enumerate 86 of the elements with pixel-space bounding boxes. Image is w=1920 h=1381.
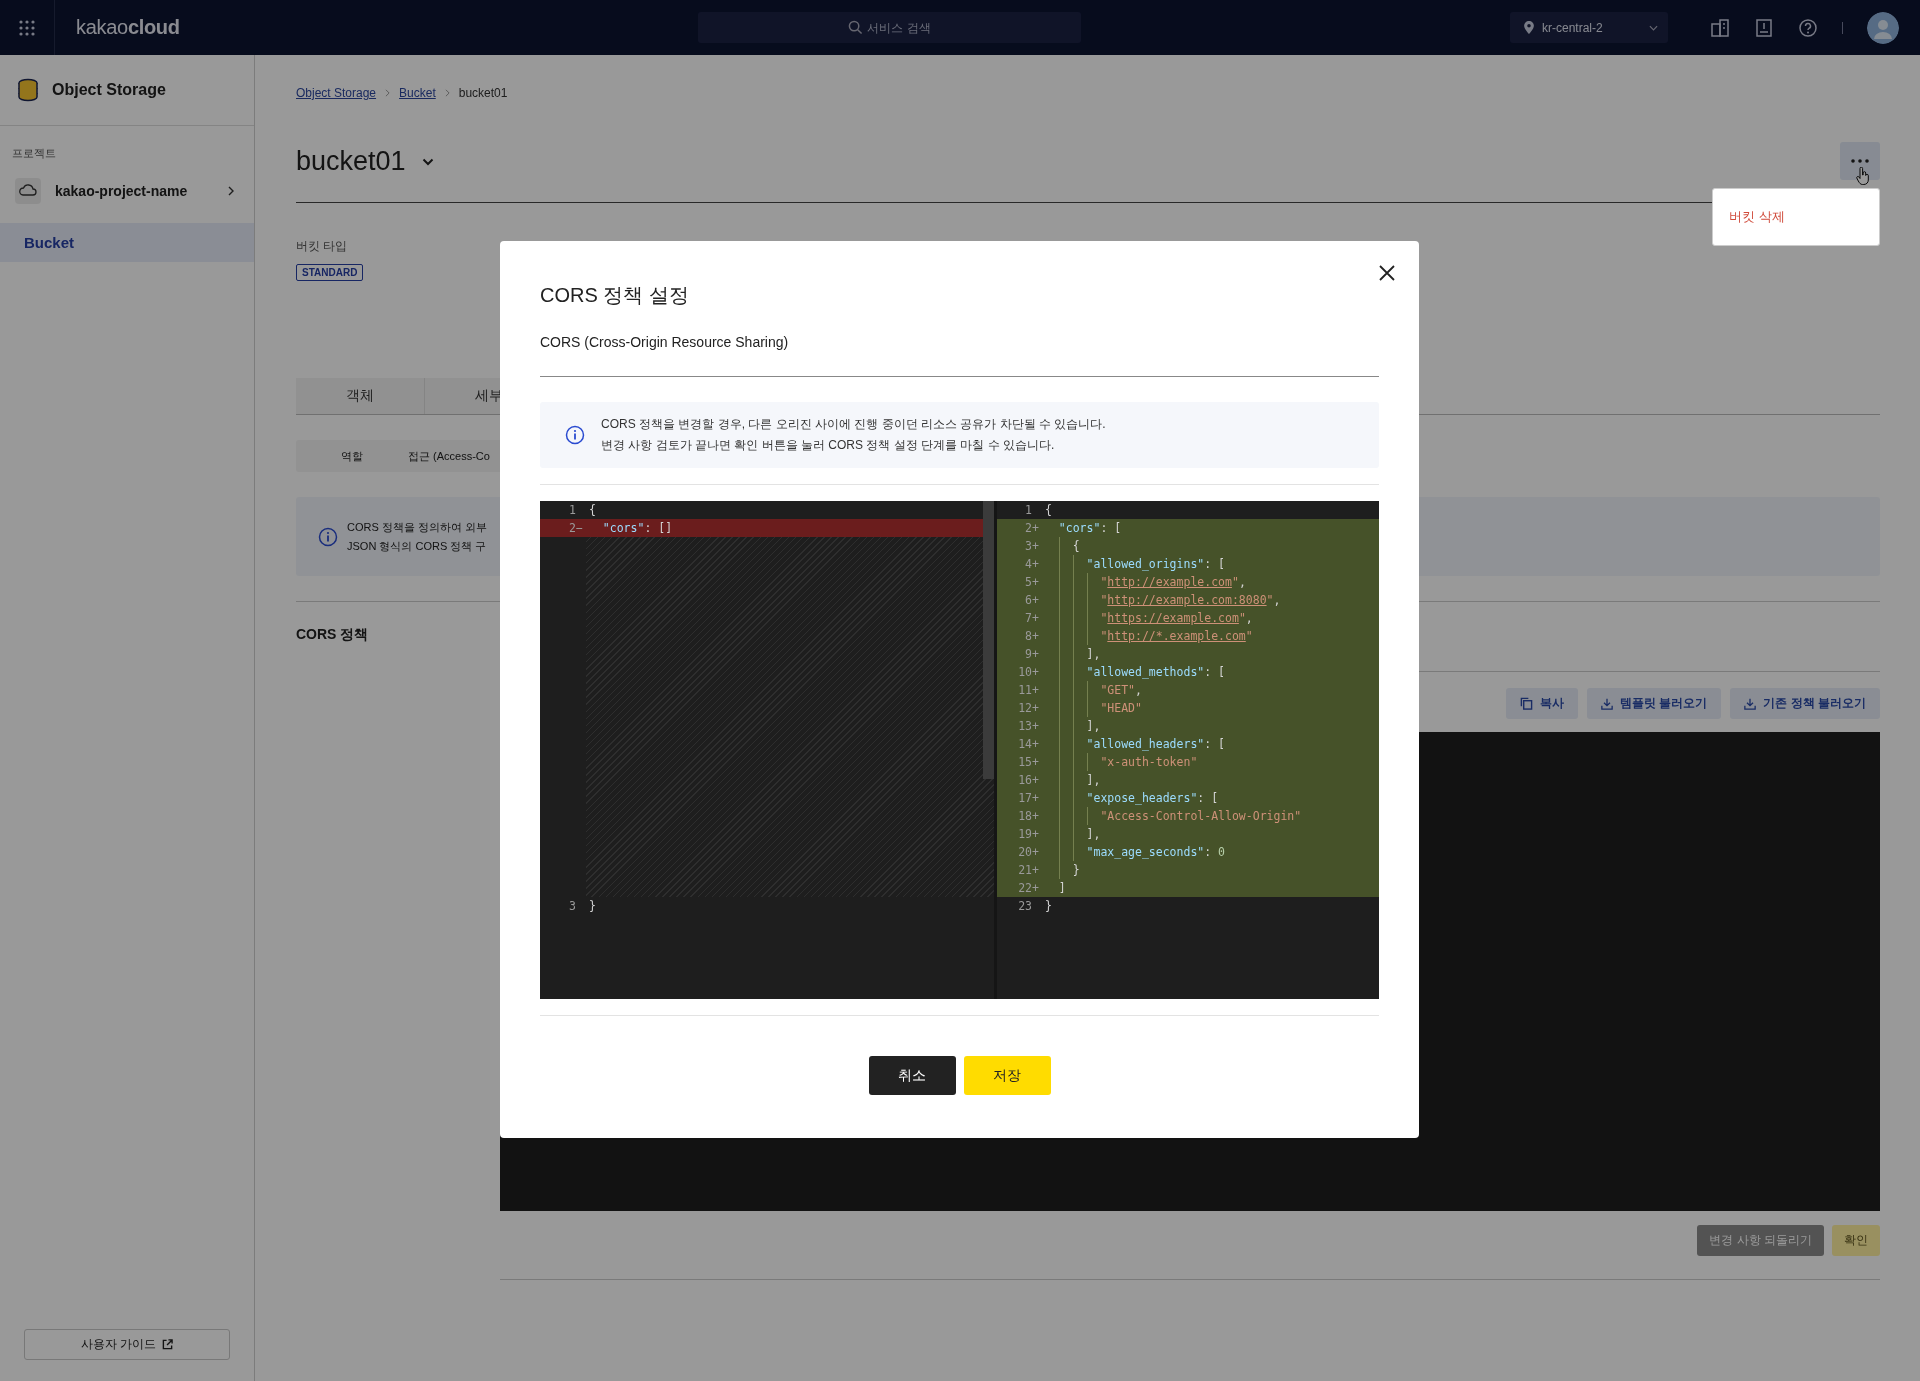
code-line: { bbox=[1045, 502, 1053, 519]
line-number: 21+ bbox=[1017, 862, 1040, 879]
database-icon bbox=[16, 78, 40, 102]
toolbar-button[interactable]: 복사 bbox=[1506, 688, 1578, 719]
line-number: 7+ bbox=[1024, 610, 1040, 627]
line-number: 18+ bbox=[1017, 808, 1040, 825]
line-number: 3+ bbox=[1024, 538, 1040, 555]
section-title: CORS 정책 bbox=[296, 626, 370, 644]
tab[interactable]: 객체 bbox=[296, 378, 425, 414]
notice-text: 변경 사항 검토가 끝나면 확인 버튼을 눌러 CORS 정책 설정 단계를 마칠 수 있습니다. bbox=[601, 437, 1056, 454]
region-select[interactable]: kr-central-2 bbox=[1510, 12, 1668, 43]
search-field[interactable]: 서비스 검색 bbox=[698, 12, 1082, 43]
column-header: 역할 bbox=[340, 448, 364, 464]
breadcrumb-item[interactable]: Bucket bbox=[399, 86, 436, 100]
chevron-down-icon bbox=[1649, 24, 1658, 31]
code-line: } bbox=[589, 898, 597, 915]
line-number: 6+ bbox=[1024, 592, 1040, 609]
external-link-icon bbox=[162, 1339, 174, 1350]
hand-cursor-icon bbox=[1856, 167, 1870, 185]
notice-text: CORS 정책을 정의하여 외부 bbox=[347, 519, 487, 535]
code-line: } bbox=[1045, 898, 1053, 915]
line-number: 13+ bbox=[1017, 718, 1040, 735]
breadcrumb-item: bucket01 bbox=[458, 86, 508, 100]
line-number: 10+ bbox=[1017, 664, 1040, 681]
toolbar-button[interactable]: 기존 정책 불러오기 bbox=[1730, 688, 1880, 719]
notice-text: CORS 정책을 변경할 경우, 다른 오리진 사이에 진행 중이던 리소스 공유가 차단될 수 있습니다. bbox=[601, 416, 1106, 433]
chevron-right-icon bbox=[228, 186, 234, 196]
layout-icon[interactable] bbox=[1710, 17, 1730, 38]
save-button[interactable]: 저장 bbox=[963, 1056, 1051, 1095]
line-number: 3 bbox=[568, 898, 577, 915]
line-number: 8+ bbox=[1024, 628, 1040, 645]
breadcrumb-separator-icon bbox=[444, 89, 450, 97]
app-grid-icon[interactable] bbox=[18, 18, 36, 37]
document-icon[interactable] bbox=[1754, 17, 1774, 38]
line-number: 9+ bbox=[1024, 646, 1040, 663]
menu-item[interactable]: 버킷 삭제 bbox=[1729, 208, 1785, 226]
line-number: 23 bbox=[1017, 898, 1033, 915]
breadcrumb-item[interactable]: Object Storage bbox=[296, 86, 377, 100]
info-icon bbox=[318, 526, 338, 547]
download-icon bbox=[1601, 697, 1613, 710]
line-number: 22+ bbox=[1017, 880, 1040, 897]
notice-text: JSON 형식의 CORS 정책 구 bbox=[347, 538, 487, 554]
field-label: 버킷 타입 bbox=[296, 238, 348, 255]
cancel-button[interactable]: 취소 bbox=[868, 1056, 956, 1095]
cloud-icon bbox=[15, 178, 41, 204]
download-icon bbox=[1744, 697, 1757, 710]
line-number: 1 bbox=[568, 502, 577, 519]
breadcrumb-separator-icon bbox=[385, 89, 391, 97]
bucket-title: bucket01 bbox=[296, 145, 406, 177]
service-title: Object Storage bbox=[52, 81, 166, 99]
code-line: "cors": [] bbox=[601, 520, 674, 537]
section-label: 프로젝트 bbox=[12, 146, 57, 161]
project-selector[interactable]: kakao-project-name bbox=[15, 175, 234, 207]
line-number: 4+ bbox=[1024, 556, 1040, 573]
dialog-subtitle: CORS (Cross-Origin Resource Sharing) bbox=[540, 332, 1379, 377]
more-icon bbox=[1851, 159, 1869, 163]
line-number: 5+ bbox=[1024, 574, 1040, 591]
location-pin-icon bbox=[1524, 21, 1534, 34]
code-line: "cors": [ bbox=[1057, 520, 1123, 537]
sidebar-item[interactable]: Bucket bbox=[0, 223, 254, 262]
line-number: 15+ bbox=[1017, 754, 1040, 771]
line-number: 19+ bbox=[1017, 826, 1040, 843]
dialog-title: CORS 정책 설정 bbox=[540, 283, 690, 308]
help-icon[interactable] bbox=[1798, 17, 1818, 38]
bucket-type-tag: STANDARD bbox=[296, 264, 364, 281]
column-header: 접근 (Access-Co bbox=[407, 448, 490, 464]
line-number: 2+ bbox=[1024, 520, 1040, 537]
code-line: ] bbox=[1057, 880, 1067, 897]
line-number: 16+ bbox=[1017, 772, 1040, 789]
avatar[interactable] bbox=[1867, 11, 1899, 44]
line-number: 14+ bbox=[1017, 736, 1040, 753]
line-number: 12+ bbox=[1017, 700, 1040, 717]
close-icon[interactable] bbox=[1377, 263, 1397, 283]
code-line: { bbox=[589, 502, 597, 519]
line-number: 17+ bbox=[1017, 790, 1040, 807]
copy-icon bbox=[1520, 697, 1533, 710]
logo[interactable]: kakaocloud bbox=[76, 16, 180, 39]
toolbar-button[interactable]: 템플릿 불러오기 bbox=[1587, 688, 1722, 719]
info-icon bbox=[565, 425, 585, 445]
line-number: 1 bbox=[1024, 502, 1033, 519]
line-number: 11+ bbox=[1017, 682, 1040, 699]
line-number: 20+ bbox=[1017, 844, 1040, 861]
user-guide-button[interactable]: 사용자 가이드 bbox=[24, 1329, 230, 1360]
chevron-down-icon[interactable] bbox=[421, 158, 434, 166]
line-number: 2− bbox=[568, 520, 584, 537]
scrollbar[interactable] bbox=[983, 501, 994, 779]
